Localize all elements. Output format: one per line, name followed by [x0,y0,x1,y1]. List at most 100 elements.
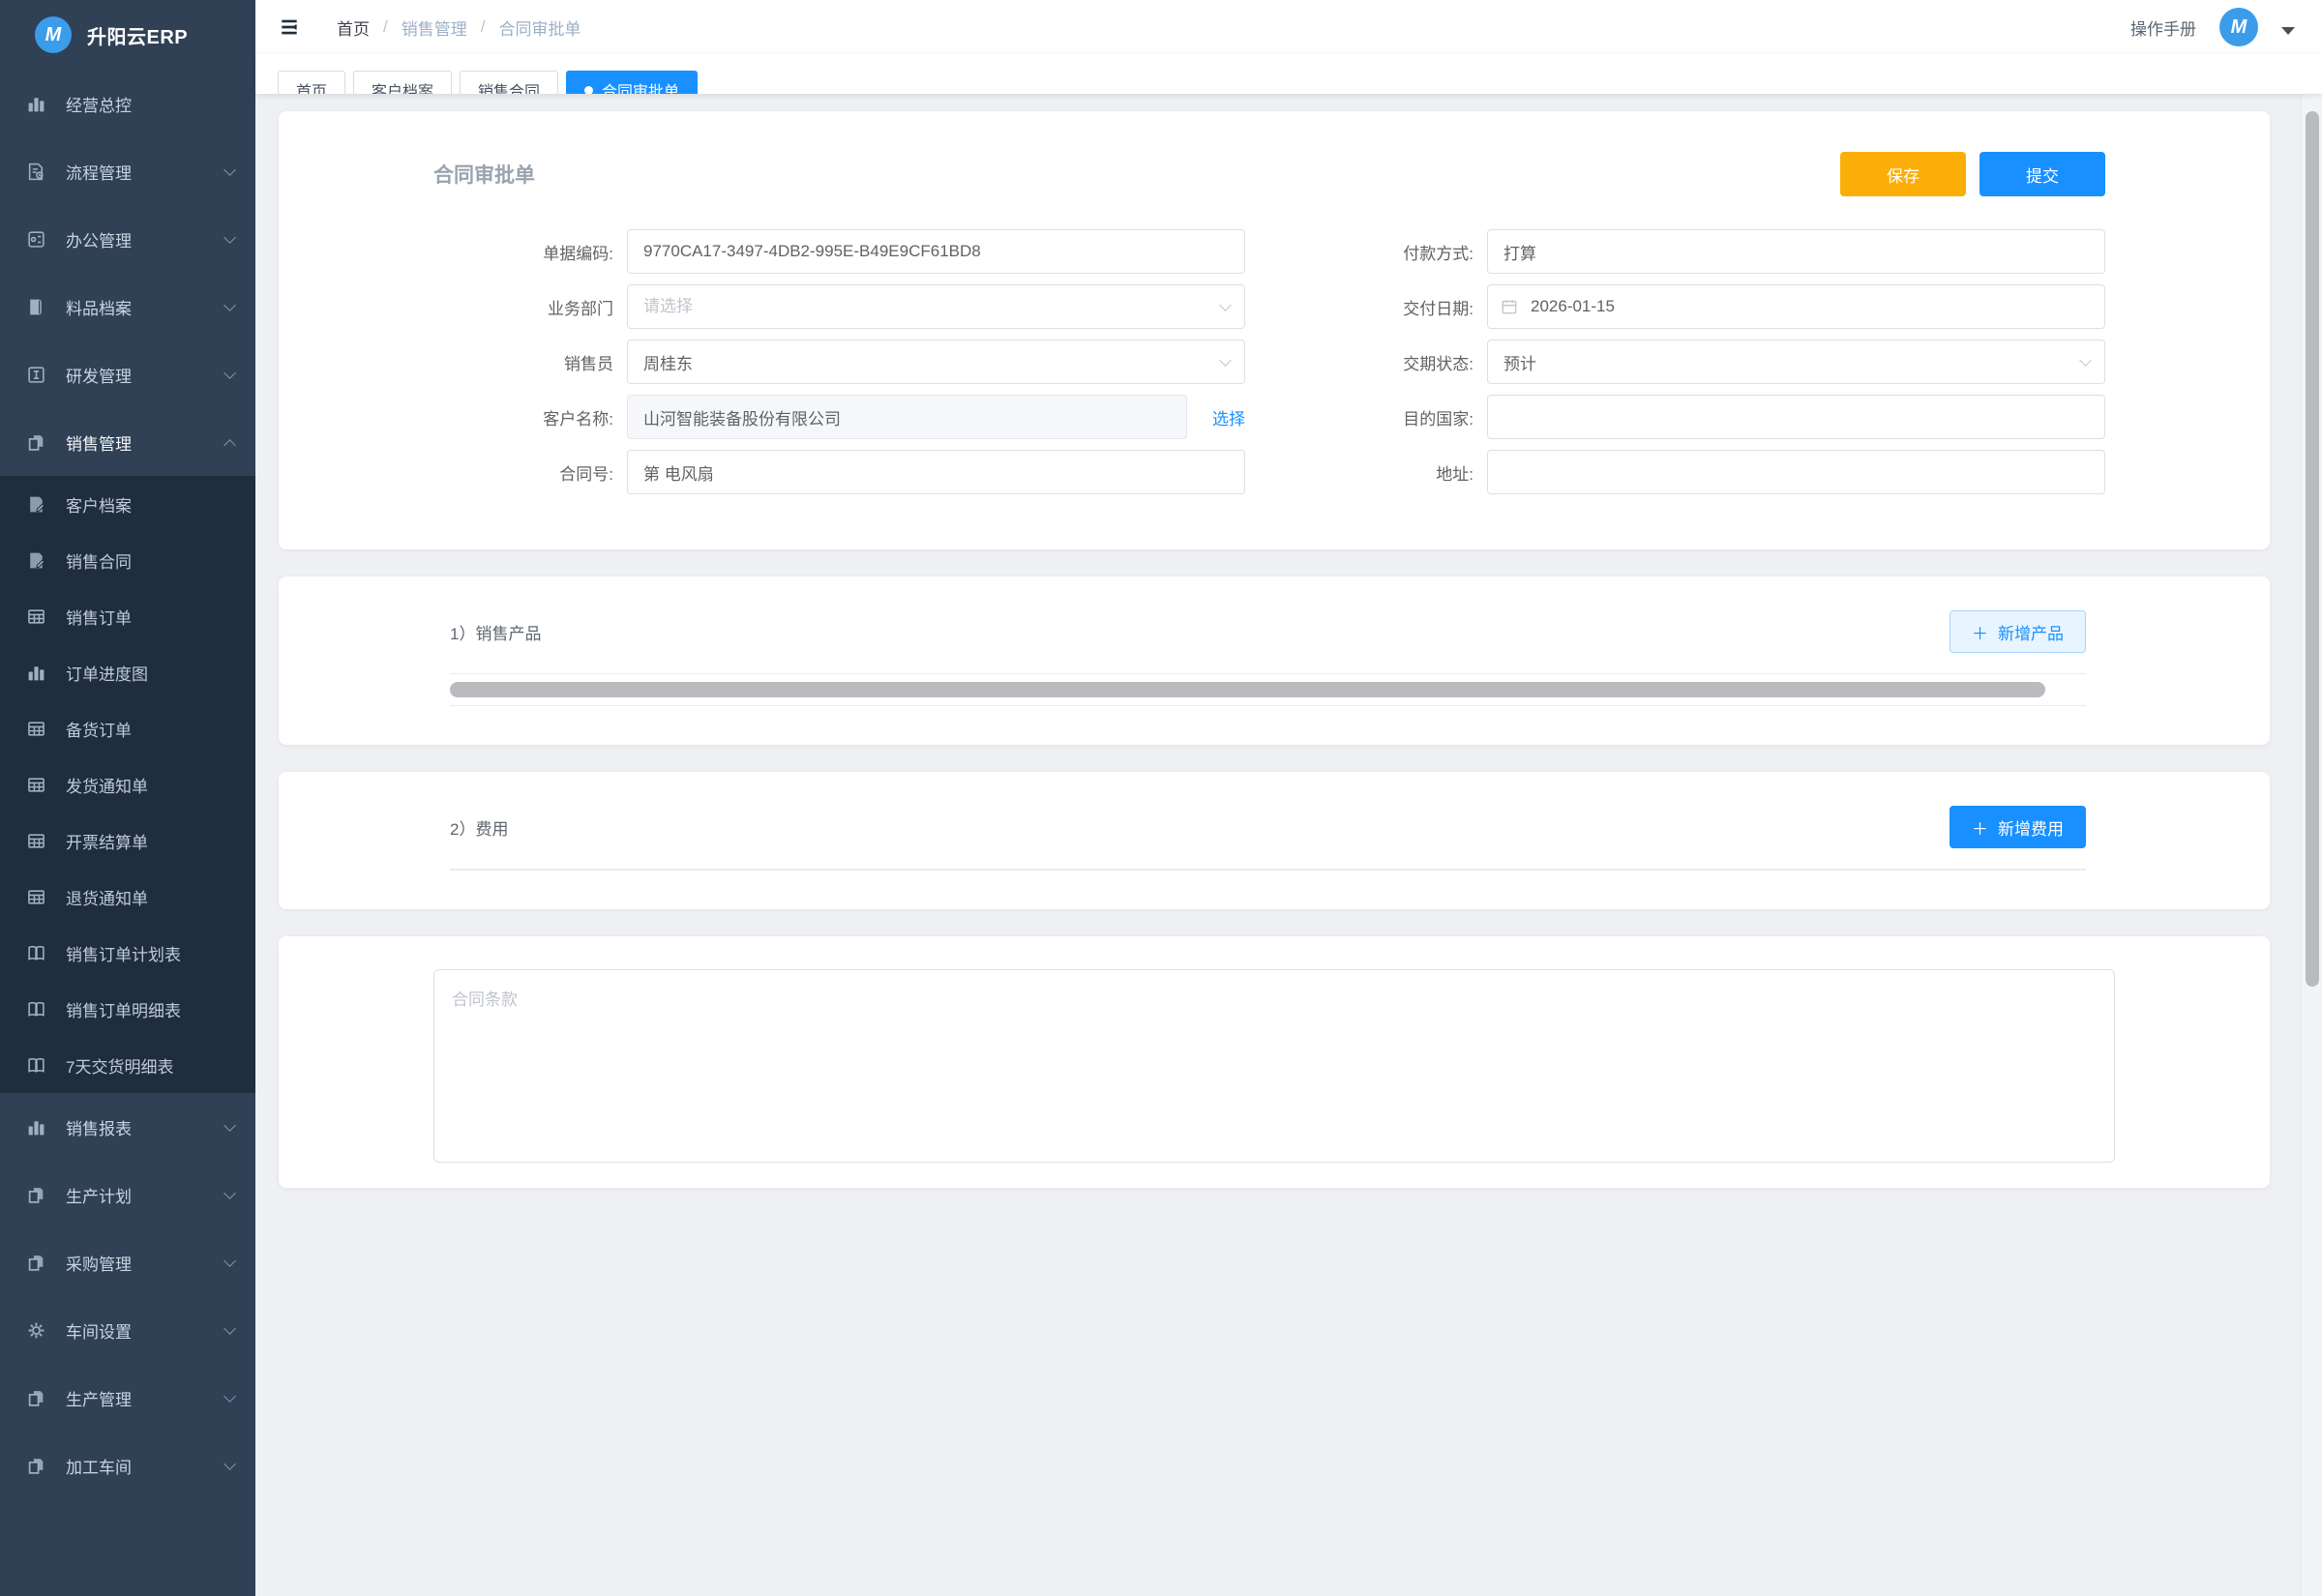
address-input[interactable] [1487,450,2105,494]
tab-1[interactable]: 客户档案 [353,71,452,94]
content-scroll-area: 合同审批单 保存 提交 单据编码:业务部门销售员客户名称:选择合同号: 付款方式… [255,94,2322,1596]
sidebar-item-2[interactable]: 办公管理 [0,205,255,273]
sidebar-item-label: 车间设置 [66,1318,206,1343]
copy-doc-icon [25,431,46,453]
collapse-sidebar-icon[interactable] [275,13,304,42]
app-logo: M 升阳云ERP [0,0,255,70]
memo-icon [25,228,46,250]
sidebar-item-0[interactable]: 经营总控 [0,70,255,137]
sidebar-item-14[interactable]: 销售订单计划表 [0,925,255,981]
tab-3[interactable]: 合同审批单 [566,71,698,94]
sidebar-item-18[interactable]: 生产计划 [0,1161,255,1228]
avatar[interactable]: M [2219,8,2258,46]
sidebar-item-11[interactable]: 发货通知单 [0,756,255,813]
sidebar-item-label: 发货通知单 [66,773,234,797]
active-tab-dot [584,86,593,95]
form-row-business-dept: 业务部门 [433,284,1245,329]
sidebar-item-21[interactable]: 生产管理 [0,1364,255,1432]
sidebar-item-20[interactable]: 车间设置 [0,1296,255,1364]
gear-icon [25,1319,46,1341]
sidebar-item-22[interactable]: 加工车间 [0,1432,255,1499]
add-product-button[interactable]: ＋ 新增产品 [1950,610,2086,653]
tab-label: 销售合同 [478,78,540,94]
breadcrumb-item-0[interactable]: 首页 [337,15,370,40]
sidebar-item-9[interactable]: 订单进度图 [0,644,255,700]
bar-chart-icon [25,93,46,114]
salesperson-label: 销售员 [433,350,627,374]
sidebar-item-19[interactable]: 采购管理 [0,1228,255,1296]
vertical-scrollbar-thumb[interactable] [2306,111,2319,987]
tab-label: 合同审批单 [602,78,679,94]
submit-button[interactable]: 提交 [1980,152,2105,196]
delivery-date-control [1487,284,2105,329]
sidebar-item-label: 7天交货明细表 [66,1053,234,1078]
sidebar-item-16[interactable]: 7天交货明细表 [0,1037,255,1093]
doc-edit-icon [25,493,46,515]
app-title: 升阳云ERP [87,21,188,49]
address-label: 地址: [1294,460,1487,485]
add-product-label: 新增产品 [1998,620,2064,644]
doc-code-input[interactable] [627,229,1245,274]
sidebar-item-label: 备货订单 [66,717,234,741]
chevron-down-icon [223,163,236,176]
delivery-status-input[interactable] [1487,340,2105,384]
breadcrumb: 首页/销售管理/合同审批单 [337,15,580,40]
sidebar-item-label: 生产计划 [66,1183,206,1207]
sidebar-item-label: 采购管理 [66,1251,206,1275]
sidebar-item-label: 经营总控 [66,92,234,116]
chevron-up-icon [223,439,236,452]
sidebar-item-15[interactable]: 销售订单明细表 [0,981,255,1037]
contract-terms-textarea[interactable] [433,969,2115,1163]
delivery-date-input[interactable] [1487,284,2105,329]
sidebar-item-4[interactable]: 研发管理 [0,340,255,408]
sidebar-item-7[interactable]: 销售合同 [0,532,255,588]
save-button[interactable]: 保存 [1840,152,1966,196]
form-column-left: 单据编码:业务部门销售员客户名称:选择合同号: [433,229,1245,505]
sidebar-item-8[interactable]: 销售订单 [0,588,255,644]
manual-link[interactable]: 操作手册 [2130,15,2196,40]
sidebar-item-13[interactable]: 退货通知单 [0,869,255,925]
doc-edit-icon [25,549,46,571]
contract-no-input[interactable] [627,450,1245,494]
form-row-payment-method: 付款方式: [1294,229,2105,274]
delivery-status-label: 交期状态: [1294,350,1487,374]
main-column: 首页/销售管理/合同审批单 操作手册 M 首页客户档案销售合同合同审批单 合同审… [255,0,2322,1596]
add-fee-button[interactable]: ＋ 新增费用 [1950,806,2086,848]
sidebar-item-10[interactable]: 备货订单 [0,700,255,756]
payment-method-input[interactable] [1487,229,2105,274]
sidebar-item-5[interactable]: 销售管理 [0,408,255,476]
salesperson-input[interactable] [627,340,1245,384]
horizontal-scrollbar-thumb[interactable] [450,682,2045,697]
form-row-doc-code: 单据编码: [433,229,1245,274]
sidebar-item-label: 研发管理 [66,363,206,387]
doc-code-control [627,229,1245,274]
business-dept-input[interactable] [627,284,1245,329]
tab-0[interactable]: 首页 [278,71,345,94]
sidebar-item-label: 销售报表 [66,1115,206,1139]
sidebar-item-label: 加工车间 [66,1454,206,1478]
tab-2[interactable]: 销售合同 [460,71,558,94]
destination-country-input[interactable] [1487,395,2105,439]
fees-table-wrapper [450,869,2086,871]
bar-chart-icon [25,1116,46,1138]
sidebar-item-3[interactable]: 料品档案 [0,273,255,340]
doc-code-label: 单据编码: [433,240,627,264]
page-vertical-scrollbar [2301,94,2322,1596]
products-card: 1）销售产品 ＋ 新增产品 [279,576,2270,745]
sidebar-item-label: 退货通知单 [66,885,234,909]
sidebar-item-12[interactable]: 开票结算单 [0,813,255,869]
business-dept-label: 业务部门 [433,295,627,319]
flow-doc-icon [25,161,46,182]
customer-name-select-link[interactable]: 选择 [1212,405,1245,429]
sidebar-item-6[interactable]: 客户档案 [0,476,255,532]
sidebar-item-17[interactable]: 销售报表 [0,1093,255,1161]
chevron-down-icon [223,1187,236,1199]
chevron-down-icon[interactable] [2281,27,2295,35]
book-icon [25,296,46,317]
products-section-title: 1）销售产品 [450,620,541,644]
customer-name-input[interactable] [627,395,1187,439]
sidebar-item-1[interactable]: 流程管理 [0,137,255,205]
app-root: M 升阳云ERP 经营总控流程管理办公管理料品档案研发管理销售管理客户档案销售合… [0,0,2322,1596]
form-row-salesperson: 销售员 [433,340,1245,384]
open-book-icon [25,998,46,1020]
